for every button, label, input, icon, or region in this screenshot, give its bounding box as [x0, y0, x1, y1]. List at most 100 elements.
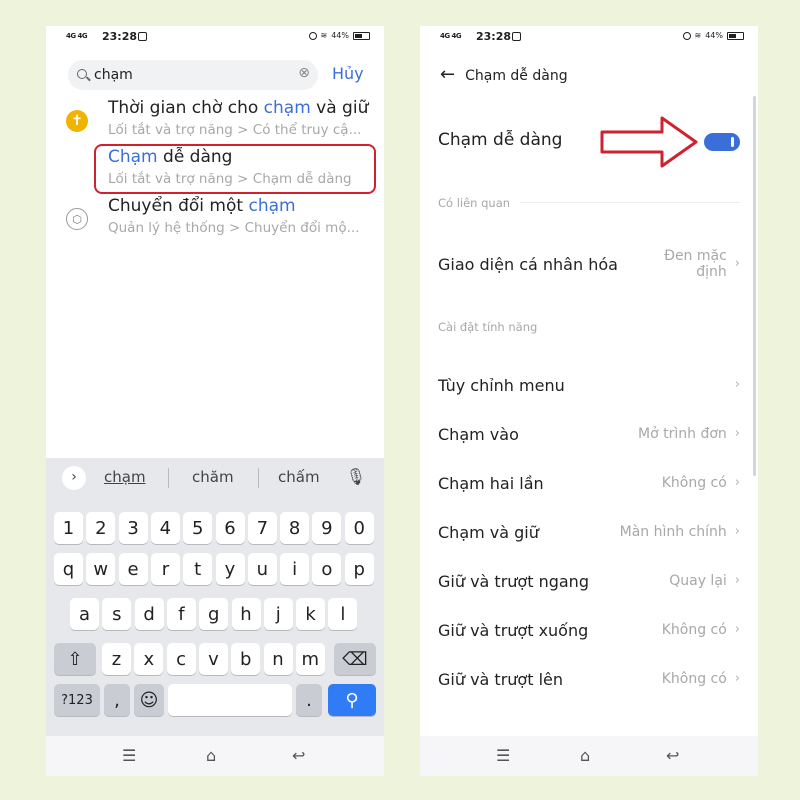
row-value: Không có ›: [662, 622, 740, 638]
keyboard-key[interactable]: e: [118, 553, 148, 585]
symbols-key[interactable]: ?123: [54, 684, 100, 716]
settings-row[interactable]: Tùy chỉnh menu ›: [438, 376, 740, 395]
keyboard-key[interactable]: 7: [247, 512, 277, 544]
keyboard-key[interactable]: 2: [86, 512, 116, 544]
settings-row[interactable]: Chạm và giữ Màn hình chính ›: [438, 523, 740, 542]
menu-icon[interactable]: ☰: [122, 746, 136, 765]
keyboard-key[interactable]: b: [231, 643, 261, 675]
search-input[interactable]: [94, 66, 284, 84]
space-key[interactable]: [168, 684, 292, 716]
period-key[interactable]: .: [296, 684, 322, 716]
menu-icon[interactable]: ☰: [496, 746, 510, 765]
keyboard: › chạm chăm chấm 🎙 1234567890 qwertyuiop a…: [46, 458, 384, 736]
suggestion-item[interactable]: chăm: [192, 468, 234, 486]
chevron-right-icon[interactable]: ›: [62, 466, 86, 490]
keyboard-key[interactable]: q: [54, 553, 83, 585]
keyboard-key[interactable]: z: [102, 643, 131, 675]
comma-key[interactable]: ,: [104, 684, 130, 716]
right-phone-screen: 4G 4G 23:28 ≋ 44% ← Chạm dễ dàng Chạm dễ …: [420, 26, 758, 776]
keyboard-key[interactable]: h: [231, 598, 261, 630]
clear-icon[interactable]: ⊗: [298, 65, 310, 81]
row-value-text: Mở trình đơn: [638, 426, 727, 443]
keyboard-key[interactable]: m: [295, 643, 325, 675]
back-icon[interactable]: ↩: [292, 746, 305, 765]
row-label: Chạm và giữ: [438, 523, 539, 542]
keyboard-key[interactable]: w: [86, 553, 116, 585]
search-bar[interactable]: ⊗: [68, 60, 318, 90]
keyboard-key[interactable]: d: [134, 598, 164, 630]
signal-icon: 4G 4G: [440, 32, 462, 40]
keyboard-key[interactable]: f: [166, 598, 196, 630]
shift-key[interactable]: ⇧: [54, 643, 96, 675]
battery-percent: 44%: [705, 31, 723, 40]
keyboard-key[interactable]: 3: [118, 512, 148, 544]
settings-hex-icon: ⬡: [66, 208, 88, 230]
keyboard-key[interactable]: y: [215, 553, 245, 585]
keyboard-key[interactable]: k: [296, 598, 326, 630]
chevron-right-icon: ›: [734, 524, 740, 540]
backspace-key[interactable]: ⌫: [334, 643, 376, 675]
keyboard-key[interactable]: 6: [215, 512, 245, 544]
back-icon[interactable]: ↩: [666, 746, 679, 765]
row-label: Giữ và trượt ngang: [438, 572, 589, 591]
suggestion-bar: › chạm chăm chấm 🎙: [46, 458, 384, 498]
settings-row[interactable]: Giữ và trượt lên Không có ›: [438, 670, 740, 689]
row-value-text: Không có: [661, 475, 727, 492]
keyboard-key[interactable]: x: [134, 643, 164, 675]
keyboard-key[interactable]: p: [344, 553, 374, 585]
row-value: Đen mặc định ›: [664, 248, 740, 281]
home-icon[interactable]: ⌂: [580, 746, 590, 765]
keyboard-key[interactable]: g: [199, 598, 229, 630]
theme-row[interactable]: Giao diện cá nhân hóa Đen mặc định ›: [438, 248, 740, 280]
highlight-annotation: [94, 144, 376, 194]
keyboard-key[interactable]: l: [328, 598, 358, 630]
keyboard-key[interactable]: 8: [280, 512, 310, 544]
keyboard-key[interactable]: j: [263, 598, 293, 630]
toggle-label: Chạm dễ dàng: [438, 130, 563, 150]
keyboard-key[interactable]: 0: [344, 512, 374, 544]
suggestion-item[interactable]: chấm: [278, 468, 320, 486]
emoji-icon: ☺: [139, 689, 159, 711]
keyboard-key[interactable]: s: [102, 598, 132, 630]
keyboard-key[interactable]: o: [312, 553, 342, 585]
wifi-icon: ≋: [694, 31, 702, 40]
keyboard-key[interactable]: i: [280, 553, 310, 585]
microphone-icon[interactable]: 🎙: [346, 467, 366, 486]
keyboard-key[interactable]: a: [70, 598, 99, 630]
back-arrow-icon[interactable]: ←: [440, 64, 455, 85]
chevron-right-icon: ›: [734, 671, 740, 687]
home-icon[interactable]: ⌂: [206, 746, 216, 765]
search-key[interactable]: ⚲: [328, 684, 376, 716]
emoji-key[interactable]: ☺: [134, 684, 164, 716]
keyboard-key[interactable]: v: [198, 643, 228, 675]
result-title: Thời gian chờ cho chạm và giữ: [108, 98, 369, 118]
keyboard-key[interactable]: 1: [54, 512, 83, 544]
cancel-button[interactable]: Hủy: [332, 64, 364, 83]
keyboard-key[interactable]: 4: [150, 512, 180, 544]
alarm-icon: [308, 31, 317, 40]
keyboard-key[interactable]: n: [263, 643, 293, 675]
row-value: Màn hình chính ›: [620, 524, 740, 540]
row-label: Giao diện cá nhân hóa: [438, 254, 618, 274]
row-label: Giữ và trượt lên: [438, 670, 563, 689]
chevron-right-icon: ›: [734, 377, 740, 393]
keyboard-key[interactable]: t: [183, 553, 213, 585]
settings-row[interactable]: Giữ và trượt xuống Không có ›: [438, 621, 740, 640]
settings-row[interactable]: Giữ và trượt ngang Quay lại ›: [438, 572, 740, 591]
settings-row[interactable]: Chạm vào Mở trình đơn ›: [438, 425, 740, 444]
row-label: Giữ và trượt xuống: [438, 621, 589, 640]
search-result-item[interactable]: ⬡ Chuyển đổi một chạm Quản lý hệ thống >…: [46, 196, 384, 244]
settings-row[interactable]: Chạm hai lần Không có ›: [438, 474, 740, 493]
keyboard-key[interactable]: 5: [183, 512, 213, 544]
row-value-text: Quay lại: [669, 573, 727, 590]
search-icon: [77, 69, 87, 79]
search-result-item[interactable]: ✝ Thời gian chờ cho chạm và giữ Lối tắt …: [46, 98, 384, 146]
keyboard-key[interactable]: u: [247, 553, 277, 585]
keyboard-key[interactable]: c: [166, 643, 196, 675]
battery-icon: [353, 31, 370, 40]
keyboard-key[interactable]: 9: [312, 512, 342, 544]
easy-touch-toggle[interactable]: [704, 133, 740, 151]
keyboard-key[interactable]: r: [150, 553, 180, 585]
suggestion-item[interactable]: chạm: [104, 468, 146, 486]
scrollbar[interactable]: [753, 96, 756, 476]
